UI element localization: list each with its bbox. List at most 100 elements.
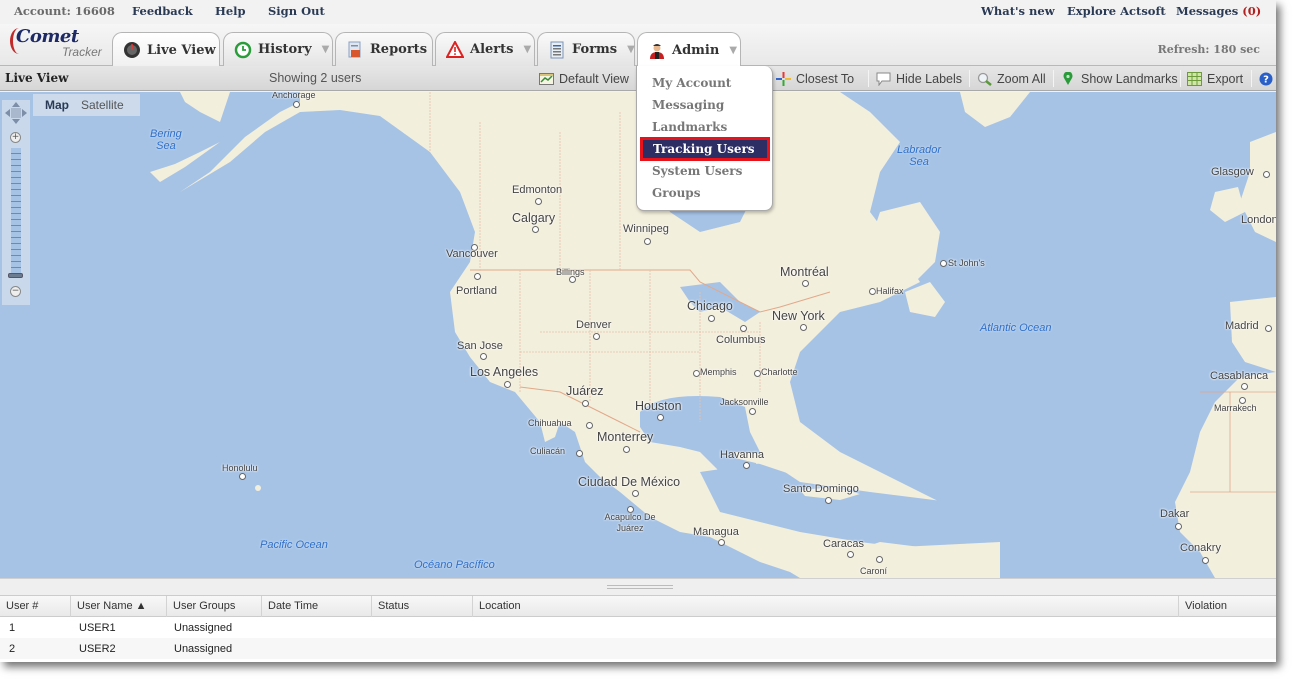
city-label: Columbus <box>716 334 766 346</box>
map-type-map-button[interactable]: Map <box>45 98 69 112</box>
toolbar-title: Live View <box>5 71 69 85</box>
whats-new-link[interactable]: What's new <box>981 4 1055 18</box>
cell-user-number: 1 <box>9 622 16 634</box>
city-label: Memphis <box>700 367 737 377</box>
city-marker <box>1202 557 1209 564</box>
tab-admin[interactable]: Admin ▼ <box>637 32 741 68</box>
comet-tracker-logo: Comet Tracker <box>10 26 110 62</box>
city-marker <box>569 276 576 283</box>
city-marker <box>632 490 639 497</box>
column-header-status[interactable]: Status <box>372 596 473 618</box>
account-number: Account: 16608 <box>14 4 115 18</box>
logo-brand: Comet <box>16 26 79 47</box>
tab-alerts[interactable]: Alerts ▼ <box>435 32 535 66</box>
city-marker <box>940 260 947 267</box>
column-header-user-name[interactable]: User Name ▲ <box>71 596 167 618</box>
speech-bubble-icon <box>876 72 891 86</box>
water-label: Océano Pacífico <box>414 559 495 571</box>
city-marker <box>582 400 589 407</box>
city-label: Culiacán <box>530 446 566 456</box>
show-landmarks-button[interactable]: Show Landmarks <box>1061 69 1178 88</box>
button-label: Closest To <box>796 71 855 86</box>
tab-label: Reports <box>370 42 428 57</box>
svg-text:?: ? <box>1263 74 1269 85</box>
city-label: Denver <box>576 319 612 331</box>
tab-reports[interactable]: Reports <box>335 32 433 66</box>
tab-live-view[interactable]: Live View <box>112 32 220 67</box>
city-label: Monterrey <box>597 430 654 444</box>
city-marker <box>718 539 725 546</box>
map-type-satellite-button[interactable]: Satellite <box>81 98 124 112</box>
explore-actsoft-link[interactable]: Explore Actsoft <box>1067 4 1166 18</box>
tab-history[interactable]: History ▼ <box>223 32 333 66</box>
city-label: London <box>1241 214 1276 226</box>
city-marker <box>876 556 883 563</box>
toolbar-separator <box>1053 70 1054 87</box>
menu-item-system-users[interactable]: System Users <box>652 164 742 178</box>
menu-item-messaging[interactable]: Messaging <box>652 98 724 112</box>
city-marker <box>708 315 715 322</box>
zoom-out-button[interactable]: − <box>10 286 21 297</box>
column-header-user-number[interactable]: User # <box>0 596 71 618</box>
zoom-slider-track[interactable] <box>11 148 21 278</box>
zoom-in-button[interactable]: + <box>10 132 21 143</box>
city-label: Havanna <box>720 449 765 461</box>
panel-splitter <box>0 578 1276 595</box>
city-label: Marrakech <box>1214 403 1257 413</box>
menu-item-landmarks[interactable]: Landmarks <box>652 120 727 134</box>
help-button[interactable]: ? <box>1259 69 1276 88</box>
zoom-all-button[interactable]: Zoom All <box>977 69 1046 88</box>
city-marker <box>586 422 593 429</box>
city-marker <box>1265 325 1272 332</box>
menu-item-tracking-users[interactable]: Tracking Users <box>640 137 770 161</box>
button-label: Default View <box>559 71 629 86</box>
map-type-control: Map Satellite <box>33 94 140 116</box>
city-label: Ciudad De México <box>578 475 681 489</box>
water-label: Pacific Ocean <box>260 539 328 551</box>
city-marker <box>847 551 854 558</box>
column-header-user-groups[interactable]: User Groups <box>167 596 262 618</box>
feedback-link[interactable]: Feedback <box>132 4 193 18</box>
city-marker <box>1263 171 1270 178</box>
cell-user-name: USER2 <box>79 643 116 655</box>
table-row[interactable]: 2 USER2 Unassigned <box>0 638 1276 659</box>
report-icon <box>346 41 364 59</box>
city-marker <box>623 446 630 453</box>
column-header-location[interactable]: Location <box>473 596 1179 618</box>
city-marker <box>657 414 664 421</box>
app-window: Account: 16608 Feedback Help Sign Out Wh… <box>0 0 1276 662</box>
tab-label: Forms <box>572 42 618 57</box>
splitter-grip-handle[interactable] <box>607 585 673 589</box>
city-marker <box>593 333 600 340</box>
table-row[interactable]: 1 USER1 Unassigned <box>0 617 1276 638</box>
clock-icon <box>234 41 252 59</box>
default-view-button[interactable]: Default View <box>539 69 629 88</box>
sign-out-link[interactable]: Sign Out <box>268 4 325 18</box>
city-label: New York <box>772 309 825 323</box>
help-link[interactable]: Help <box>215 4 246 18</box>
cell-user-name: USER1 <box>79 622 116 634</box>
menu-item-groups[interactable]: Groups <box>652 186 700 200</box>
column-header-date-time[interactable]: Date Time <box>262 596 372 618</box>
pan-control-icon[interactable] <box>5 102 27 124</box>
column-header-violation[interactable]: Violation <box>1179 596 1276 618</box>
button-label: Show Landmarks <box>1081 71 1178 86</box>
chevron-down-icon: ▼ <box>523 44 532 55</box>
toolbar-separator <box>868 70 869 87</box>
city-label: Chicago <box>687 299 733 313</box>
zoom-slider-handle[interactable] <box>8 273 23 278</box>
messages-link[interactable]: Messages (0) <box>1176 4 1261 18</box>
closest-to-button[interactable]: Closest To <box>776 69 854 88</box>
form-icon <box>548 41 566 59</box>
tab-forms[interactable]: Forms ▼ <box>537 32 635 66</box>
toolbar-separator <box>1251 70 1252 87</box>
city-marker <box>504 381 511 388</box>
export-button[interactable]: Export <box>1187 69 1243 88</box>
hide-labels-button[interactable]: Hide Labels <box>876 69 962 88</box>
city-label: Managua <box>693 526 739 538</box>
city-label: Honolulu <box>222 463 258 473</box>
city-label: Houston <box>635 399 682 413</box>
map-view-icon <box>539 72 554 86</box>
menu-item-my-account[interactable]: My Account <box>652 76 731 90</box>
city-marker <box>532 226 539 233</box>
